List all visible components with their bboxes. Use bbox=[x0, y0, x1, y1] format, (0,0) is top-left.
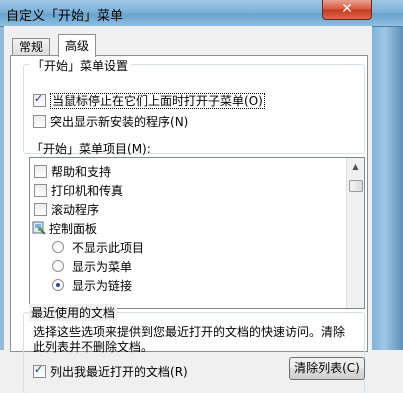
start-menu-settings-label: 「开始」菜单设置 bbox=[29, 57, 132, 74]
list-item-display-as-link[interactable]: 显示为链接 bbox=[52, 277, 132, 294]
list-recent-documents-accel: (R) bbox=[170, 365, 188, 379]
printers-checkbox[interactable] bbox=[34, 184, 47, 197]
title-bar[interactable]: 自定义「开始」菜单 ✕ bbox=[0, 0, 403, 27]
printers-label: 打印机和传真 bbox=[51, 184, 124, 198]
tab-advanced[interactable]: 高级 bbox=[58, 34, 97, 57]
start-menu-items-list[interactable]: 帮助和支持 打印机和传真 滚动程序 控制面板 不显示此项目 显示为菜单 显示为链… bbox=[29, 157, 365, 309]
tab-general[interactable]: 常规 bbox=[12, 38, 51, 56]
dialog-body: 常规 高级 「开始」菜单设置 当鼠标停止在它们上面时打开子菜单(O) 突出显示新… bbox=[4, 26, 372, 393]
list-recent-documents-checkbox[interactable] bbox=[33, 363, 46, 378]
window-title: 自定义「开始」菜单 bbox=[6, 9, 124, 24]
highlight-new-programs-accel: (N) bbox=[170, 115, 189, 129]
open-submenus-text: 当鼠标停止在它们上面时打开子菜单 bbox=[52, 94, 245, 108]
close-icon: ✕ bbox=[341, 1, 353, 17]
highlight-new-programs-option[interactable]: 突出显示新安装的程序(N) bbox=[33, 113, 188, 130]
highlight-new-programs-text: 突出显示新安装的程序 bbox=[50, 115, 171, 129]
list-recent-documents-option[interactable]: 列出我最近打开的文档(R) bbox=[33, 363, 188, 380]
close-button[interactable]: ✕ bbox=[322, 0, 372, 20]
recent-documents-description: 选择这些选项来提供到您最近打开的文档的快速访问。清除此列表并不删除文档。 bbox=[33, 325, 346, 354]
clear-list-text: 清除列表 bbox=[294, 361, 343, 375]
control-panel-label: 控制面板 bbox=[49, 222, 98, 236]
list-item-control-panel[interactable]: 控制面板 bbox=[32, 220, 97, 237]
dont-display-radio[interactable] bbox=[52, 241, 64, 253]
list-item-dont-display[interactable]: 不显示此项目 bbox=[52, 239, 144, 256]
display-as-menu-label: 显示为菜单 bbox=[72, 260, 133, 274]
scroll-programs-checkbox[interactable] bbox=[34, 203, 47, 216]
display-as-link-label: 显示为链接 bbox=[72, 279, 133, 293]
list-item-scroll-programs[interactable]: 滚动程序 bbox=[34, 201, 99, 218]
list-scrollbar[interactable]: ▲ bbox=[346, 158, 364, 308]
clear-list-accel: (C) bbox=[342, 361, 360, 375]
open-submenus-accel: (O) bbox=[244, 94, 263, 108]
open-submenus-label: 当鼠标停止在它们上面时打开子菜单(O) bbox=[50, 93, 265, 109]
list-item-printers[interactable]: 打印机和传真 bbox=[34, 182, 123, 199]
list-recent-documents-text: 列出我最近打开的文档 bbox=[50, 365, 171, 379]
help-checkbox[interactable] bbox=[34, 165, 47, 178]
open-submenus-option[interactable]: 当鼠标停止在它们上面时打开子菜单(O) bbox=[33, 92, 265, 109]
scroll-up-arrow-icon[interactable]: ▲ bbox=[347, 158, 364, 175]
tab-panel-advanced: 「开始」菜单设置 当鼠标停止在它们上面时打开子菜单(O) 突出显示新安装的程序(… bbox=[10, 55, 368, 393]
display-as-menu-radio[interactable] bbox=[52, 260, 64, 272]
list-item-display-as-menu[interactable]: 显示为菜单 bbox=[52, 258, 132, 275]
scroll-programs-label: 滚动程序 bbox=[51, 203, 100, 217]
window-frame-right bbox=[372, 0, 403, 350]
clear-list-button[interactable]: 清除列表(C) bbox=[289, 357, 365, 380]
dont-display-label: 不显示此项目 bbox=[72, 241, 145, 255]
list-item-help[interactable]: 帮助和支持 bbox=[34, 163, 111, 180]
help-label: 帮助和支持 bbox=[51, 165, 112, 179]
control-panel-icon bbox=[32, 221, 46, 235]
display-as-link-radio[interactable] bbox=[52, 279, 64, 291]
start-menu-items-label: 「开始」菜单项目(M): bbox=[31, 140, 151, 157]
highlight-new-programs-checkbox[interactable] bbox=[33, 115, 46, 128]
recent-documents-label: 最近使用的文档 bbox=[29, 304, 118, 321]
start-menu-items-colon: : bbox=[146, 142, 151, 156]
scroll-thumb[interactable] bbox=[349, 180, 363, 192]
open-submenus-checkbox[interactable] bbox=[33, 92, 46, 107]
start-menu-items-text: 「开始」菜单项目 bbox=[31, 142, 128, 156]
start-menu-items-accel: (M) bbox=[127, 142, 147, 156]
